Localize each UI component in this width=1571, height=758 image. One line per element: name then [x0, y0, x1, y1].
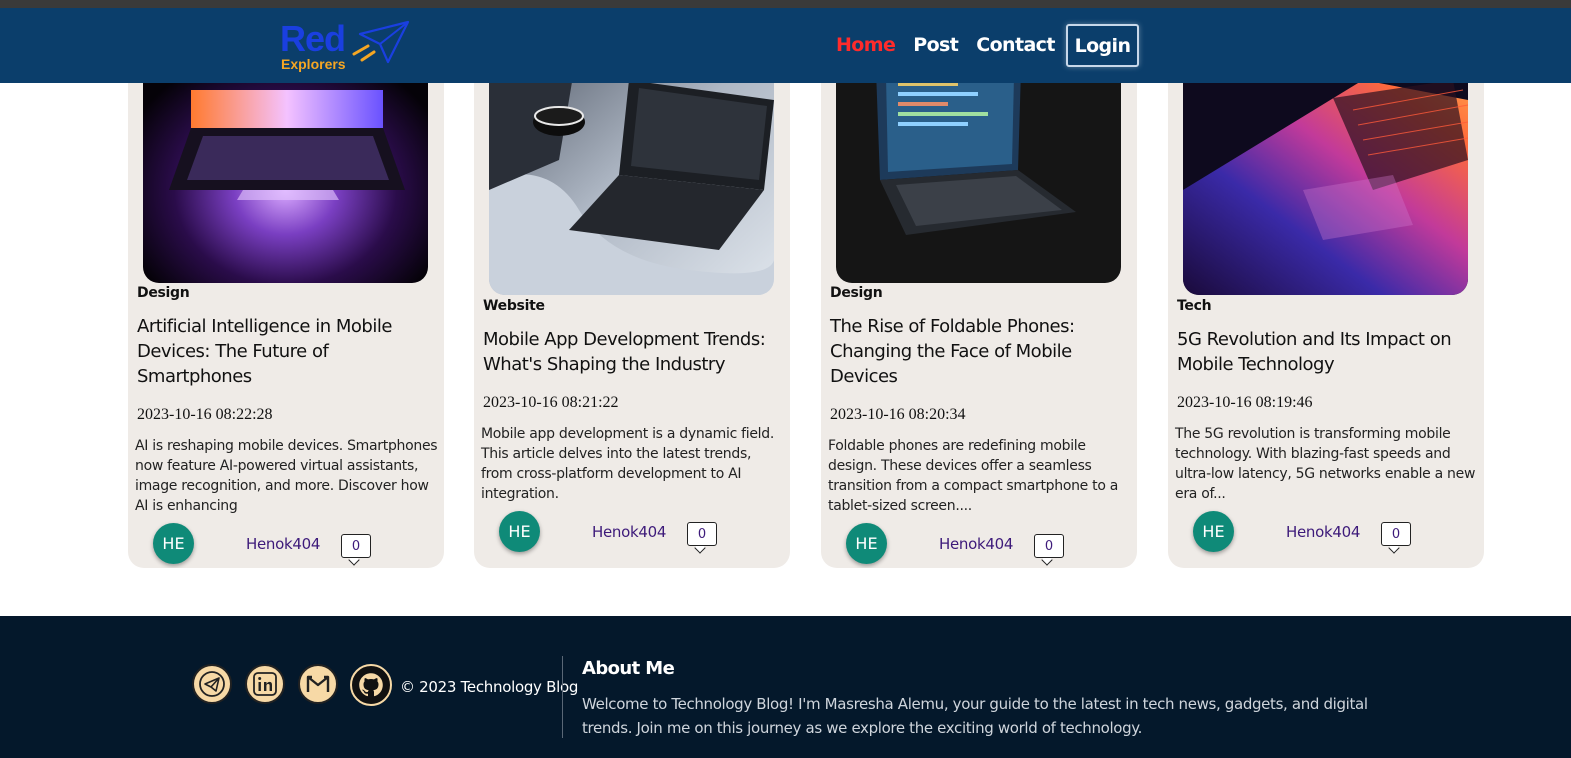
post-category[interactable]: Website: [483, 298, 545, 314]
top-strip: [0, 0, 1571, 8]
author-name[interactable]: Henok404: [939, 535, 1013, 553]
nav-post[interactable]: Post: [913, 34, 959, 56]
linkedin-icon[interactable]: [245, 664, 285, 704]
post-title[interactable]: Artificial Intelligence in Mobile Device…: [137, 314, 437, 389]
post-card[interactable]: Website Mobile App Development Trends: W…: [474, 40, 790, 568]
post-excerpt: Foldable phones are redefining mobile de…: [828, 438, 1119, 514]
about-text: Welcome to Technology Blog! I'm Masresha…: [582, 695, 1368, 737]
post-title[interactable]: 5G Revolution and Its Impact on Mobile T…: [1177, 327, 1477, 377]
site-logo[interactable]: Red Explorers: [280, 16, 412, 72]
post-excerpt: The 5G revolution is transforming mobile…: [1175, 426, 1476, 502]
post-category[interactable]: Design: [830, 285, 883, 301]
author-avatar[interactable]: HE: [846, 523, 887, 564]
comment-count-button[interactable]: 0: [341, 534, 371, 566]
post-card[interactable]: Design The Rise of Foldable Phones: Chan…: [821, 40, 1137, 568]
author-avatar[interactable]: HE: [499, 511, 540, 552]
navbar: Red Explorers Home Post Contact Login: [0, 8, 1571, 83]
paper-plane-icon: [352, 20, 410, 64]
post-excerpt: Mobile app development is a dynamic fiel…: [481, 426, 775, 502]
gmail-icon[interactable]: [298, 664, 338, 704]
comment-count-button[interactable]: 0: [687, 522, 717, 554]
nav-contact[interactable]: Contact: [976, 34, 1055, 56]
post-excerpt: AI is reshaping mobile devices. Smartpho…: [135, 438, 438, 514]
post-date: 2023-10-16 08:21:22: [483, 394, 619, 411]
post-title[interactable]: The Rise of Foldable Phones: Changing th…: [830, 314, 1130, 389]
login-button[interactable]: Login: [1066, 24, 1139, 67]
footer: © 2023 Technology Blog About Me Welcome …: [0, 616, 1571, 758]
comment-count-button[interactable]: 0: [1381, 522, 1411, 554]
post-card[interactable]: Design Artificial Intelligence in Mobile…: [128, 40, 444, 568]
author-avatar[interactable]: HE: [1193, 511, 1234, 552]
logo-sub-text: Explorers: [281, 56, 346, 72]
post-category[interactable]: Tech: [1177, 298, 1212, 314]
post-date: 2023-10-16 08:19:46: [1177, 394, 1313, 411]
telegram-icon[interactable]: [192, 664, 232, 704]
comment-count: 0: [1034, 534, 1064, 558]
main-nav: Home Post Contact: [836, 34, 1055, 56]
post-category[interactable]: Design: [137, 285, 190, 301]
nav-home[interactable]: Home: [836, 34, 896, 56]
footer-divider: [562, 656, 563, 738]
post-date: 2023-10-16 08:22:28: [137, 406, 273, 423]
post-title[interactable]: Mobile App Development Trends: What's Sh…: [483, 327, 783, 377]
github-icon[interactable]: [350, 664, 392, 706]
author-name[interactable]: Henok404: [592, 523, 666, 541]
about-title: About Me: [582, 658, 675, 679]
comment-count: 0: [1381, 522, 1411, 546]
post-card[interactable]: Tech 5G Revolution and Its Impact on Mob…: [1168, 40, 1484, 568]
comment-count: 0: [341, 534, 371, 558]
comment-count: 0: [687, 522, 717, 546]
copyright-text: © 2023 Technology Blog: [400, 678, 579, 696]
author-name[interactable]: Henok404: [1286, 523, 1360, 541]
logo-main-text: Red: [280, 18, 346, 59]
post-date: 2023-10-16 08:20:34: [830, 406, 966, 423]
author-name[interactable]: Henok404: [246, 535, 320, 553]
author-avatar[interactable]: HE: [153, 523, 194, 564]
comment-count-button[interactable]: 0: [1034, 534, 1064, 566]
